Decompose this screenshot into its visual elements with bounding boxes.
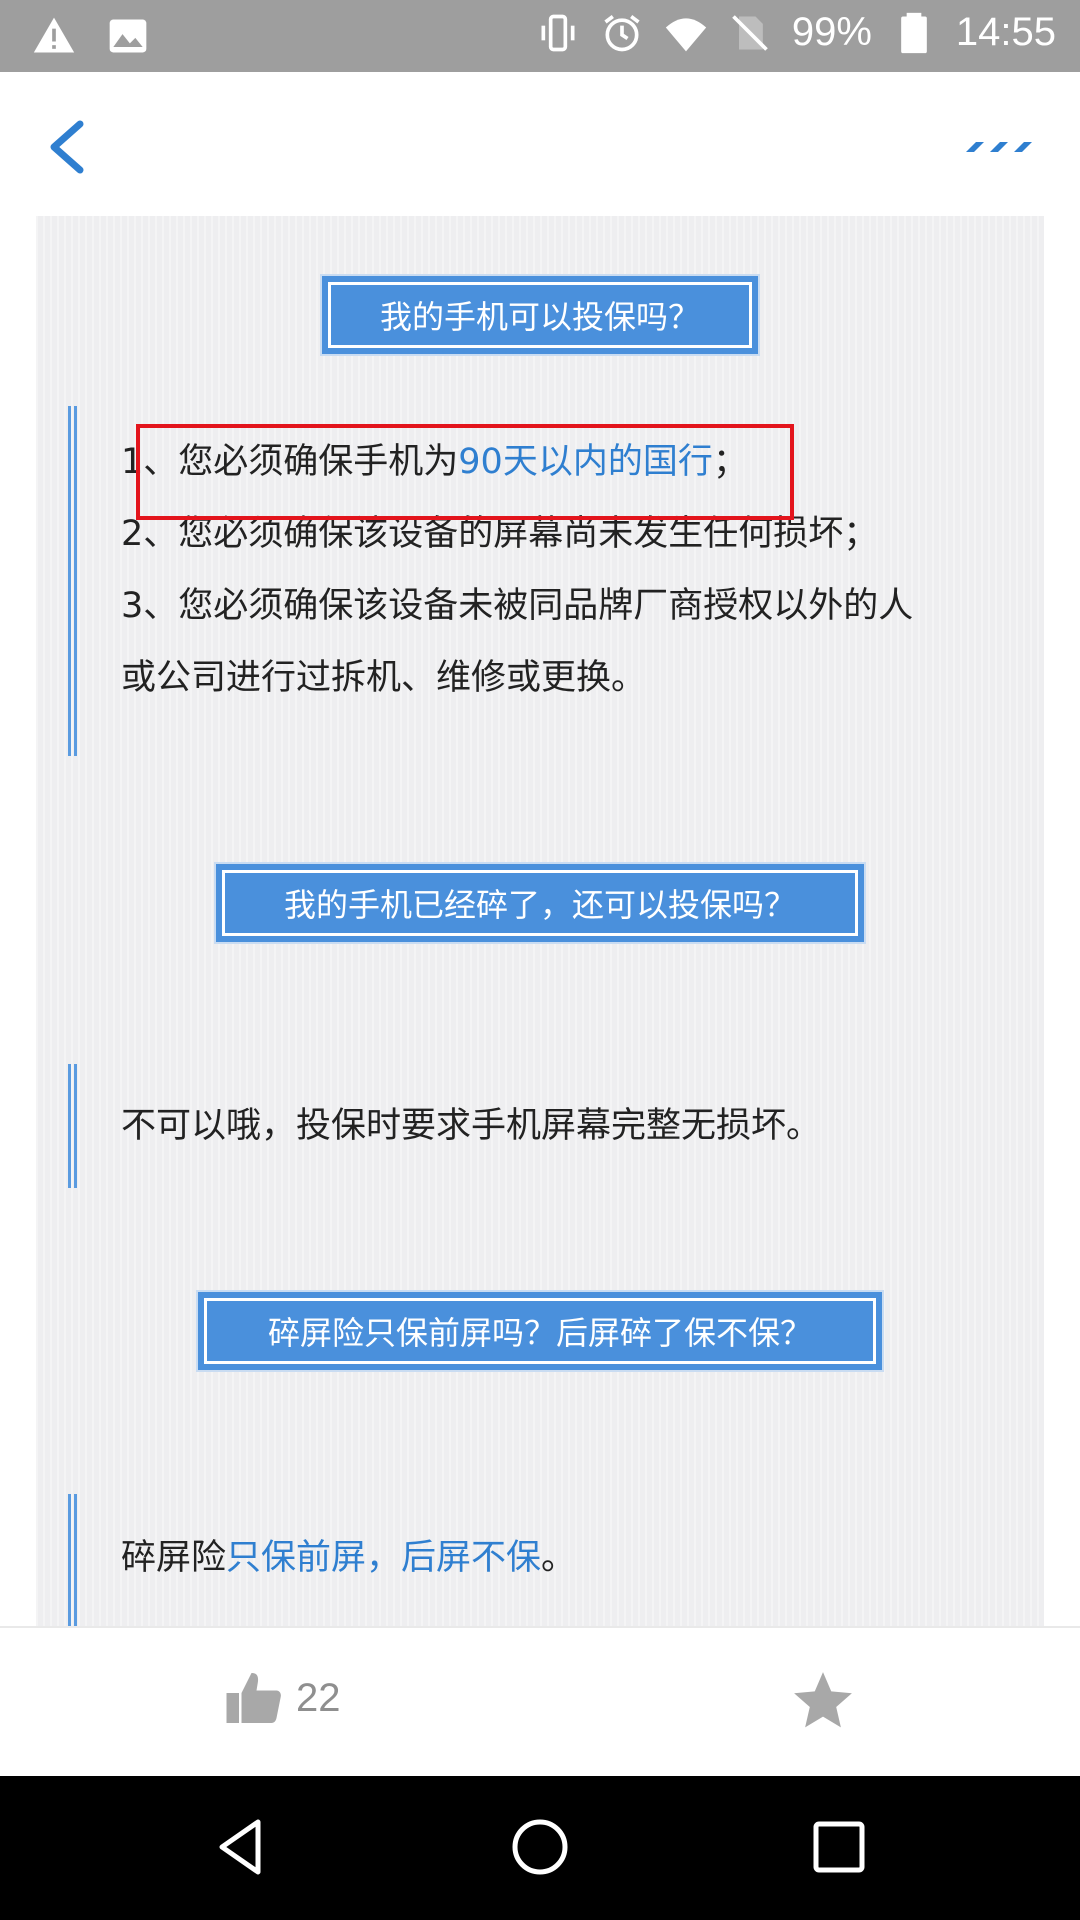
action-bar: 22 xyxy=(0,1626,1080,1776)
image-icon xyxy=(109,19,147,53)
star-icon[interactable] xyxy=(790,1668,856,1734)
clock: 14:55 xyxy=(955,10,1056,54)
nav-bar xyxy=(0,1776,1080,1920)
warning-icon xyxy=(33,17,75,53)
answer-2: 不可以哦，投保时要求手机屏幕完整无损坏。 xyxy=(68,1064,821,1188)
more-dots-icon[interactable] xyxy=(962,132,1032,162)
status-bar: 99% 14:55 xyxy=(0,0,1080,72)
wifi-icon xyxy=(665,17,706,51)
nav-recents-icon[interactable] xyxy=(804,1812,874,1882)
highlight-text: 只保前屏，后屏不保 xyxy=(226,1538,542,1578)
question-1: 我的手机可以投保吗？ xyxy=(322,276,758,354)
battery-percent: 99% xyxy=(791,10,872,54)
like-button[interactable]: 22 xyxy=(224,1668,341,1728)
chevron-left-icon[interactable] xyxy=(40,112,100,182)
answer-2-line-1: 不可以哦，投保时要求手机屏幕完整无损坏。 xyxy=(121,1106,822,1146)
vibrate-icon xyxy=(541,14,575,51)
answer-1-line-3: 3、您必须确保该设备未被同品牌厂商授权以外的人 xyxy=(121,586,914,626)
answer-3-line-1: 碎屏险只保前屏，后屏不保。 xyxy=(121,1538,577,1578)
battery-icon xyxy=(901,12,927,53)
alarm-icon xyxy=(604,14,640,51)
answer-3: 碎屏险只保前屏，后屏不保。 xyxy=(68,1494,576,1626)
annotation-box xyxy=(136,424,794,520)
answer-1-line-4: 或公司进行过拆机、维修或更换。 xyxy=(121,658,647,698)
thumbs-up-icon xyxy=(226,1673,281,1723)
question-2: 我的手机已经碎了，还可以投保吗？ xyxy=(216,864,864,942)
no-sim-icon xyxy=(732,14,768,51)
nav-home-icon[interactable] xyxy=(505,1812,575,1882)
like-count: 22 xyxy=(296,1675,341,1720)
app-header xyxy=(0,72,1080,216)
question-3: 碎屏险只保前屏吗？后屏碎了保不保？ xyxy=(198,1292,882,1370)
nav-back-icon[interactable] xyxy=(206,1812,276,1882)
